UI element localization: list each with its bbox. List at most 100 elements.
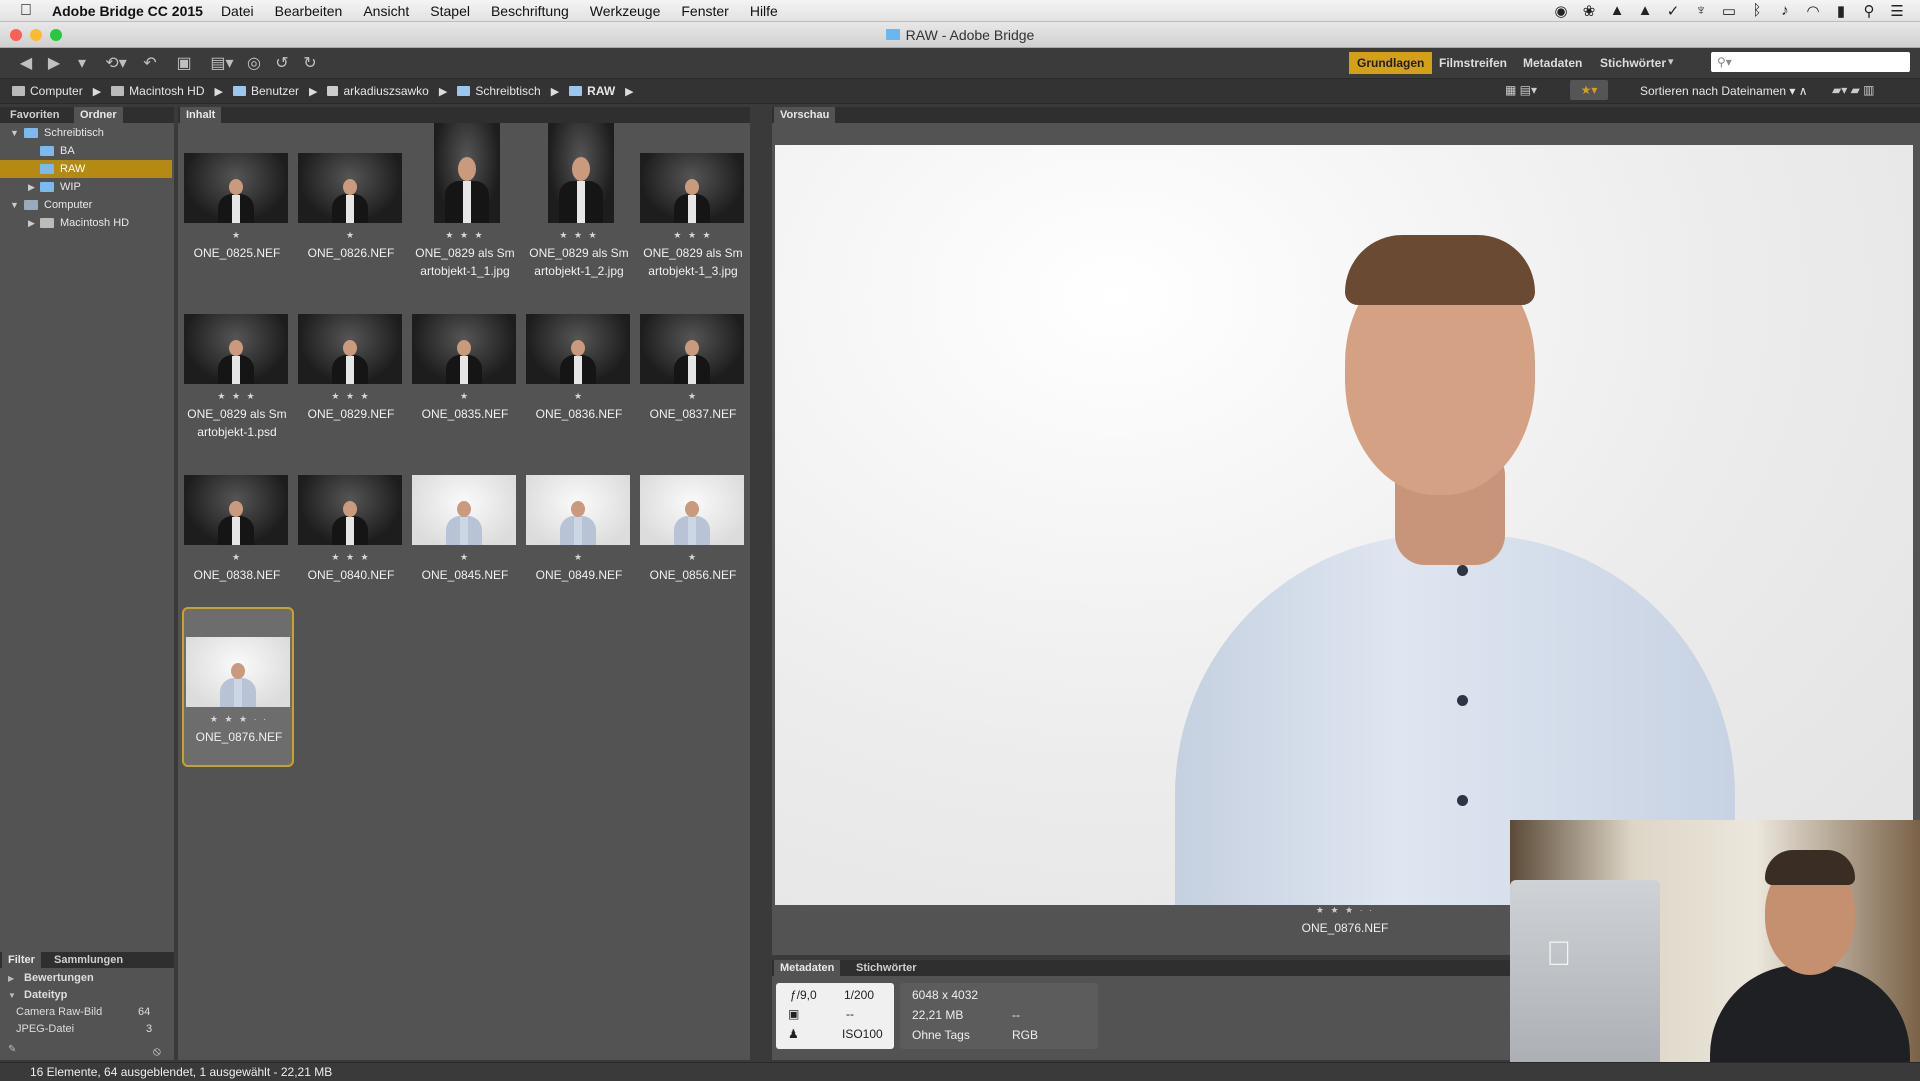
workspace-stichwoerter[interactable]: Stichwörter (1592, 52, 1674, 74)
spotlight-icon[interactable]: ⚲ (1860, 2, 1878, 20)
thumbnail-rating[interactable]: ★ (182, 230, 292, 241)
thumbnail-item[interactable]: ★ ONE_0835.NEF (410, 284, 522, 444)
clear-filter-icon[interactable]: ⦸ (153, 1044, 161, 1059)
thumbnail-rating[interactable]: ★ (524, 552, 634, 563)
thumbnail-image[interactable] (434, 123, 500, 223)
breadcrumb-macintosh-hd[interactable]: Macintosh HD ▶ (111, 84, 233, 98)
wifi-icon[interactable]: ◠ (1804, 2, 1822, 20)
thumbnail-rating[interactable]: ★ ★ ★ (410, 230, 520, 241)
refine-icon[interactable]: ▤▾ (204, 53, 240, 73)
menu-ansicht[interactable]: Ansicht (363, 3, 409, 19)
thumbnail-image[interactable] (184, 314, 288, 384)
expand-triangle-icon[interactable]: ▼ (10, 196, 19, 214)
tab-inhalt[interactable]: Inhalt (180, 107, 222, 123)
breadcrumb-benutzer[interactable]: Benutzer ▶ (232, 84, 328, 98)
open-in-camera-raw-icon[interactable]: ◎ (240, 53, 268, 73)
tree-item-wip[interactable]: ▶ WIP (0, 178, 172, 196)
rotate-right-icon[interactable]: ↻ (296, 53, 324, 73)
workspace-metadaten[interactable]: Metadaten (1515, 52, 1590, 74)
thumbnail-image[interactable] (526, 475, 630, 545)
thumbnail-item[interactable]: ★ ★ ★ ONE_0829.NEF (296, 284, 408, 444)
collapse-triangle-icon[interactable]: ▶ (28, 178, 35, 196)
thumbnail-rating[interactable]: ★ (296, 230, 406, 241)
preview-rating[interactable]: ★ ★ ★ · · (1310, 905, 1380, 916)
thumbnail-item[interactable]: ★ ★ ★ ONE_0829 als Sm artobjekt-1.psd (182, 284, 294, 444)
thumbnail-rating[interactable]: ★ (410, 552, 520, 563)
thumbnail-image[interactable] (526, 314, 630, 384)
record-icon[interactable]: ◉ (1552, 2, 1570, 20)
filter-row-jpeg[interactable]: JPEG-Datei 3 (0, 1021, 160, 1038)
bluetooth-icon[interactable]: ᛒ (1748, 2, 1766, 19)
app-menu[interactable]: Adobe Bridge CC 2015 (52, 3, 203, 19)
thumbnail-item[interactable]: ★ ★ ★ ONE_0829 als Sm artobjekt-1_1.jpg (410, 123, 522, 283)
rotate-left-icon[interactable]: ↺ (268, 53, 296, 73)
thumbnail-item[interactable]: ★ ★ ★ ONE_0840.NEF (296, 445, 408, 605)
breadcrumb-raw[interactable]: RAW ▶ (569, 84, 643, 98)
creative-cloud-icon[interactable]: ❀ (1580, 2, 1598, 20)
tree-item-raw[interactable]: RAW (0, 160, 172, 178)
tab-ordner[interactable]: Ordner (74, 107, 123, 123)
return-to-photoshop-icon[interactable]: ⟲▾ (96, 53, 136, 73)
thumbnail-image[interactable] (298, 475, 402, 545)
get-photos-icon[interactable]: ▣ (164, 53, 204, 73)
breadcrumb-user[interactable]: arkadiuszsawko ▶ (327, 84, 457, 98)
filter-row-dateityp[interactable]: ▼ Dateityp (0, 987, 160, 1004)
tab-filter[interactable]: Filter (2, 952, 41, 968)
thumbnail-item[interactable]: ★ ★ ★ ONE_0829 als Sm artobjekt-1_2.jpg (524, 123, 636, 283)
notification-center-icon[interactable]: ☰ (1888, 2, 1906, 20)
filter-row-camera-raw[interactable]: Camera Raw-Bild 64 (0, 1004, 160, 1021)
filter-row-bewertungen[interactable]: ▶ Bewertungen (0, 970, 160, 987)
thumbnail-rating[interactable]: ★ (410, 391, 520, 402)
tab-vorschau[interactable]: Vorschau (774, 107, 836, 123)
battery-icon[interactable]: ▮ (1832, 2, 1850, 20)
thumbnail-item[interactable]: ★ ONE_0825.NEF (182, 123, 294, 283)
quality-options-icon[interactable]: ▦ ▤▾ (1505, 83, 1537, 97)
thumbnail-image[interactable] (548, 123, 614, 223)
menu-datei[interactable]: Datei (221, 3, 254, 19)
drive-icon[interactable]: ▲ (1608, 2, 1626, 19)
pin-icon[interactable]: ✎ (8, 1044, 16, 1055)
check-icon[interactable]: ✓ (1664, 2, 1682, 20)
thumbnail-image[interactable] (640, 153, 744, 223)
expand-triangle-icon[interactable]: ▼ (10, 124, 19, 142)
thumbnail-image[interactable] (640, 475, 744, 545)
thumbnail-item[interactable]: ★ ONE_0826.NEF (296, 123, 408, 283)
thumbnail-item[interactable]: ★ ★ ★ ONE_0829 als Sm artobjekt-1_3.jpg (638, 123, 750, 283)
thumbnail-image[interactable] (298, 314, 402, 384)
thumbnail-image[interactable] (412, 475, 516, 545)
thumbnail-rating[interactable]: ★ ★ ★ (638, 230, 748, 241)
sort-dropdown[interactable]: Sortieren nach Dateinamen ▾ ∧ (1640, 84, 1808, 98)
volume-icon[interactable]: ♪ (1776, 2, 1794, 19)
menu-stapel[interactable]: Stapel (430, 3, 470, 19)
thumbnail-item[interactable]: ★ ONE_0837.NEF (638, 284, 750, 444)
airplay-icon[interactable]: ▭ (1720, 2, 1738, 20)
thumbnail-rating[interactable]: ★ ★ ★ · · (184, 714, 294, 725)
thumbnail-rating[interactable]: ★ ★ ★ (524, 230, 634, 241)
preview-image[interactable] (775, 145, 1913, 905)
thumbnail-rating[interactable]: ★ ★ ★ (182, 391, 292, 402)
thumbnail-rating[interactable]: ★ ★ ★ (296, 391, 406, 402)
rotate-boomerang-icon[interactable]: ↶ (136, 53, 164, 73)
thumbnail-rating[interactable]: ★ ★ ★ (296, 552, 406, 563)
workspace-grundlagen[interactable]: Grundlagen (1349, 52, 1433, 74)
menu-bearbeiten[interactable]: Bearbeiten (275, 3, 343, 19)
menu-werkzeuge[interactable]: Werkzeuge (590, 3, 661, 19)
thumbnail-rating[interactable]: ★ (638, 391, 748, 402)
thumbnail-image[interactable] (298, 153, 402, 223)
tab-metadaten[interactable]: Metadaten (774, 960, 841, 976)
workspace-dropdown-icon[interactable]: ▾ (1668, 55, 1674, 68)
thumbnail-image[interactable] (184, 475, 288, 545)
thumbnail-rating[interactable]: ★ (182, 552, 292, 563)
tab-favoriten[interactable]: Favoriten (4, 107, 66, 123)
breadcrumb-schreibtisch[interactable]: Schreibtisch ▶ (457, 84, 569, 98)
thumbnail-item[interactable]: ★ ONE_0845.NEF (410, 445, 522, 605)
tree-item-computer[interactable]: ▼ Computer (0, 196, 172, 214)
menu-fenster[interactable]: Fenster (681, 3, 728, 19)
microphone-icon[interactable]: ♆ (1692, 2, 1710, 19)
zoom-window-button[interactable] (50, 29, 62, 41)
recent-dropdown-icon[interactable]: ▾ (68, 53, 96, 73)
breadcrumb-computer[interactable]: Computer ▶ (12, 84, 111, 98)
thumbnail-rating[interactable]: ★ (524, 391, 634, 402)
collapse-triangle-icon[interactable]: ▶ (28, 214, 35, 232)
thumbnail-rating[interactable]: ★ (638, 552, 748, 563)
